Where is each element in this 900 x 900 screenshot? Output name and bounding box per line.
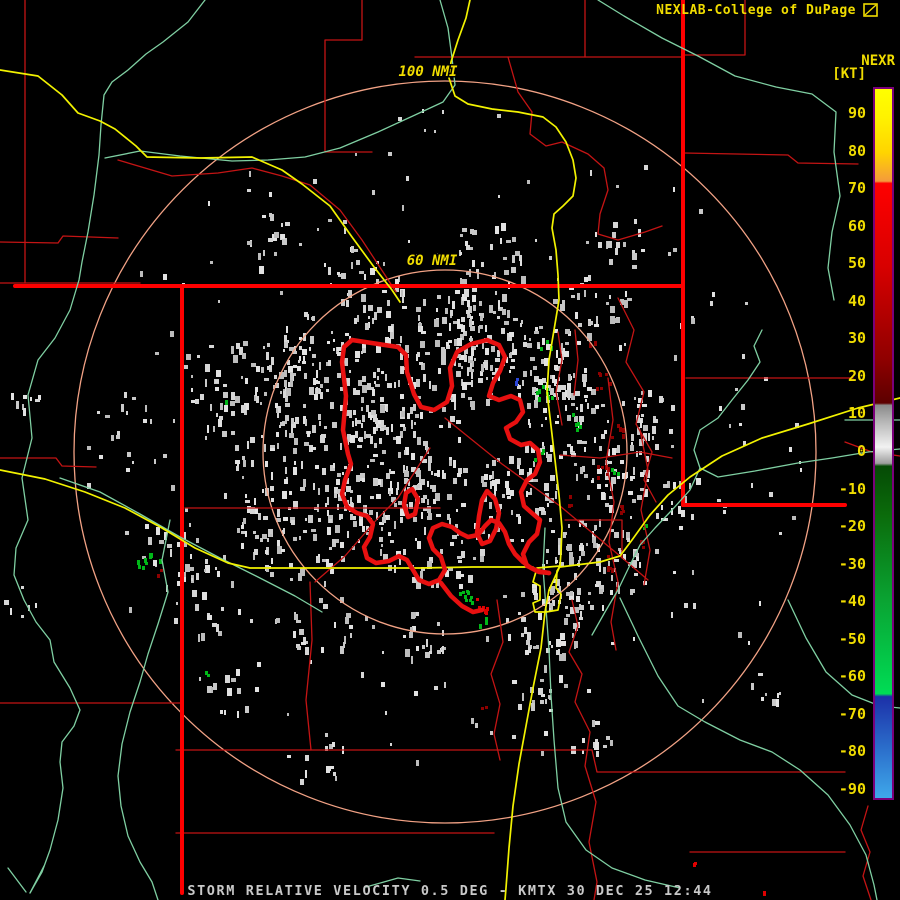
state-borders: [13, 0, 847, 895]
colorbar-tick-label: -40: [838, 592, 866, 611]
colorbar-tick-label: 30: [847, 329, 866, 348]
colorbar-tick-label: -60: [838, 667, 866, 686]
colorbar-tick-label: -70: [838, 704, 866, 723]
highway-lines: [0, 0, 900, 900]
range-rings: [73, 80, 817, 824]
nexlab-logo-icon: [863, 3, 878, 17]
colorbar-tick-label: -50: [838, 629, 866, 648]
colorbar-tick-label: 60: [847, 216, 866, 235]
colorbar-tick-label: 10: [847, 404, 866, 423]
river-lines: [7, 0, 900, 900]
colorbar-tick-label: 90: [847, 104, 866, 123]
county-lines: [0, 0, 900, 900]
colorbar-tick-label: 50: [847, 254, 866, 273]
radar-map-image: 60 NMI 100 NMI: [0, 0, 900, 900]
colorbar-tick-label: 0: [856, 442, 866, 460]
colorbar-title: NEXR: [861, 53, 895, 69]
colorbar-tick-label: 70: [847, 179, 866, 198]
site-header-title: NEXLAB-College of DuPage: [656, 3, 856, 18]
ring-label-100nmi: 100 NMI: [398, 64, 458, 80]
colorbar-tick-label: -30: [838, 554, 866, 573]
velocity-colorbar: [873, 87, 894, 800]
colorbar-tick-label: -10: [838, 479, 866, 498]
colorbar-tick-label: 80: [847, 141, 866, 160]
colorbar-tick-label: 40: [847, 291, 866, 310]
colorbar-tick-label: -90: [838, 779, 866, 798]
colorbar-tick-label: 20: [847, 366, 866, 385]
ring-label-60nmi: 60 NMI: [407, 253, 458, 269]
product-caption: STORM RELATIVE VELOCITY 0.5 DEG - KMTX 3…: [187, 883, 713, 899]
colorbar-tick-label: -80: [838, 742, 866, 761]
radar-display: 60 NMI 100 NMI NEXLAB-College of DuPage …: [0, 0, 900, 900]
colorbar-tick-label: -20: [838, 517, 866, 536]
colorbar-units: [KT]: [832, 66, 866, 82]
